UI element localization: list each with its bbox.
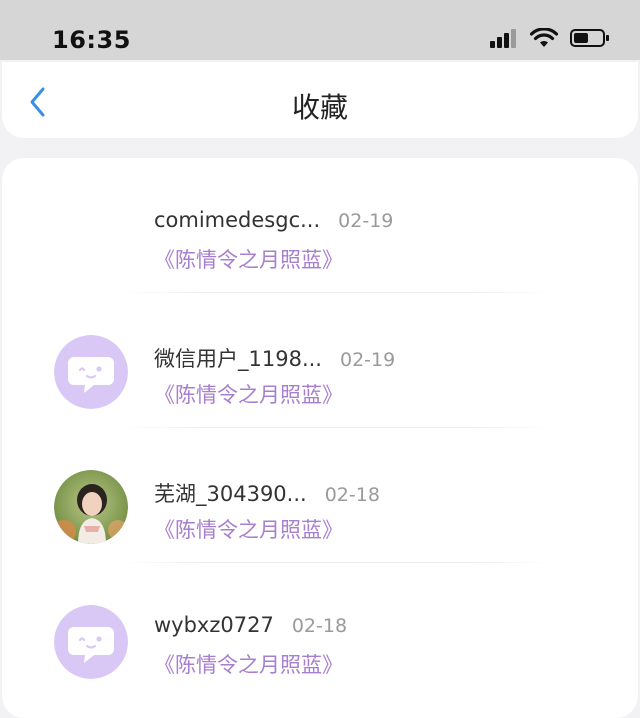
list-item[interactable]: 芜湖_304390... 02-18 《陈情令之月照蓝》 [2, 428, 638, 563]
list-item[interactable]: 微信用户_1198... 02-19 《陈情令之月照蓝》 [2, 293, 638, 428]
post-date: 02-18 [291, 615, 348, 637]
status-icons [490, 28, 610, 48]
list-item[interactable]: wybxz0727 02-18 《陈情令之月照蓝》 [2, 563, 638, 697]
post-date: 02-19 [338, 210, 394, 232]
navigation-bar: 收藏 [2, 62, 638, 138]
work-title-link[interactable]: 《陈情令之月照蓝》 [154, 244, 343, 274]
post-date: 02-19 [339, 349, 396, 371]
work-title-link[interactable]: 《陈情令之月照蓝》 [154, 379, 343, 409]
status-bar: 16:35 [0, 0, 640, 60]
wifi-icon [530, 28, 558, 47]
avatar[interactable] [54, 605, 128, 679]
post-date: 02-18 [324, 484, 380, 506]
battery-icon [570, 29, 609, 47]
user-name: 微信用户_1198... [154, 347, 322, 371]
avatar[interactable] [54, 335, 128, 409]
avatar-photo[interactable] [54, 470, 128, 544]
cellular-signal-icon [490, 29, 516, 48]
user-photo [54, 470, 128, 544]
avatar [54, 200, 128, 274]
work-title-link[interactable]: 《陈情令之月照蓝》 [154, 514, 343, 544]
status-time: 16:35 [52, 26, 131, 54]
chat-bubble-icon [54, 605, 128, 679]
work-title-link[interactable]: 《陈情令之月照蓝》 [154, 649, 343, 679]
user-name: 芜湖_304390... [154, 482, 307, 506]
user-name: wybxz0727 [154, 613, 274, 637]
user-name: comimedesgc... [154, 208, 321, 232]
page-title: 收藏 [291, 91, 348, 124]
chat-bubble-icon [54, 335, 128, 409]
favorites-list: comimedesgc... 02-19 《陈情令之月照蓝》 微信用户_1198… [2, 158, 638, 718]
list-item[interactable]: comimedesgc... 02-19 《陈情令之月照蓝》 [2, 158, 638, 293]
